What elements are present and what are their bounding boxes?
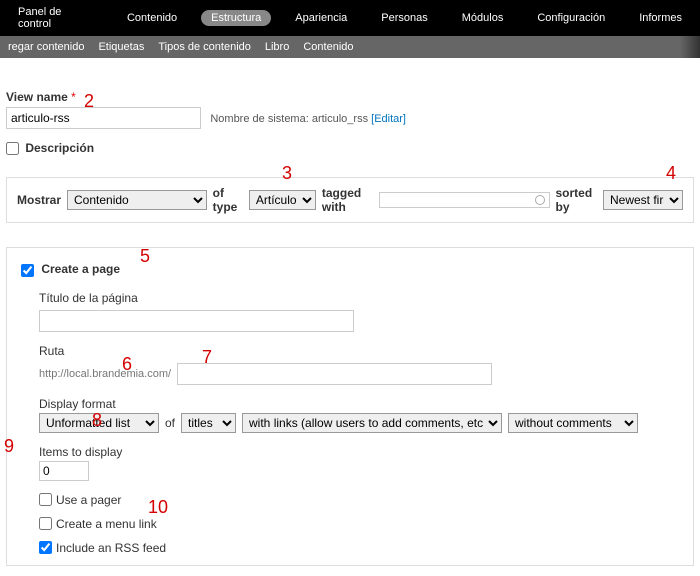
display-format-select[interactable]: Unformatted list bbox=[39, 413, 159, 433]
menu-link-label: Create a menu link bbox=[56, 517, 157, 531]
tagged-label: tagged with bbox=[322, 186, 373, 214]
subnav-libro[interactable]: Libro bbox=[265, 41, 289, 53]
nav-informes[interactable]: Informes bbox=[629, 10, 692, 26]
sort-select[interactable]: Newest first bbox=[603, 190, 683, 210]
page-title-input[interactable] bbox=[39, 310, 354, 332]
machine-name-helper: Nombre de sistema: articulo_rss [Editar] bbox=[210, 113, 406, 125]
description-label: Descripción bbox=[25, 141, 94, 155]
items-input[interactable] bbox=[39, 461, 89, 481]
use-pager-label: Use a pager bbox=[56, 493, 121, 507]
description-checkbox-row: Descripción bbox=[6, 141, 694, 155]
create-page-checkbox[interactable] bbox=[21, 264, 34, 277]
of-label: of bbox=[165, 416, 175, 430]
subnav-etiquetas[interactable]: Etiquetas bbox=[98, 41, 144, 53]
create-page-label: Create a page bbox=[41, 262, 120, 276]
show-select[interactable]: Contenido bbox=[67, 190, 207, 210]
nav-personas[interactable]: Personas bbox=[371, 10, 437, 26]
subnav-agregar-contenido[interactable]: regar contenido bbox=[8, 41, 84, 53]
nav-configuracion[interactable]: Configuración bbox=[527, 10, 615, 26]
oftype-label: of type bbox=[213, 186, 243, 214]
view-name-field: View name * Nombre de sistema: articulo_… bbox=[6, 90, 694, 129]
nav-modulos[interactable]: Módulos bbox=[452, 10, 514, 26]
subnav-tipos-contenido[interactable]: Tipos de contenido bbox=[158, 41, 251, 53]
main-content: View name * Nombre de sistema: articulo_… bbox=[0, 58, 700, 576]
sub-nav: regar contenido Etiquetas Tipos de conte… bbox=[0, 36, 700, 58]
page-panel: Create a page Título de la página Ruta h… bbox=[6, 247, 694, 565]
items-label: Items to display bbox=[39, 445, 679, 459]
nav-panel-control[interactable]: Panel de control bbox=[8, 4, 103, 32]
page-title-label: Título de la página bbox=[39, 291, 679, 305]
subnav-contenido[interactable]: Contenido bbox=[303, 41, 353, 53]
filter-panel: Mostrar Contenido of type Artículo tagge… bbox=[6, 177, 694, 223]
type-select[interactable]: Artículo bbox=[249, 190, 316, 210]
autocomplete-icon bbox=[535, 195, 545, 205]
display-format-label: Display format bbox=[39, 397, 679, 411]
sorted-label: sorted by bbox=[556, 186, 598, 214]
view-name-label: View name bbox=[6, 90, 68, 104]
ruta-input[interactable] bbox=[177, 363, 492, 385]
view-name-input[interactable] bbox=[6, 107, 201, 129]
menu-link-checkbox[interactable] bbox=[39, 517, 52, 530]
comments-select[interactable]: without comments bbox=[508, 413, 638, 433]
nav-apariencia[interactable]: Apariencia bbox=[285, 10, 357, 26]
rss-checkbox[interactable] bbox=[39, 541, 52, 554]
top-nav: Panel de control Contenido Estructura Ap… bbox=[0, 0, 700, 36]
nav-contenido[interactable]: Contenido bbox=[117, 10, 187, 26]
rss-label: Include an RSS feed bbox=[56, 541, 166, 555]
nav-estructura[interactable]: Estructura bbox=[201, 10, 271, 26]
tagged-input[interactable] bbox=[379, 192, 549, 208]
ruta-prefix: http://local.brandemia.com/ bbox=[39, 368, 171, 380]
ruta-label: Ruta bbox=[39, 344, 679, 358]
of-select[interactable]: titles bbox=[181, 413, 236, 433]
edit-machine-name-link[interactable]: [Editar] bbox=[371, 113, 406, 125]
use-pager-checkbox[interactable] bbox=[39, 493, 52, 506]
description-checkbox[interactable] bbox=[6, 142, 19, 155]
mostrar-label: Mostrar bbox=[17, 193, 61, 207]
links-select[interactable]: with links (allow users to add comments,… bbox=[242, 413, 502, 433]
required-marker: * bbox=[71, 90, 76, 104]
